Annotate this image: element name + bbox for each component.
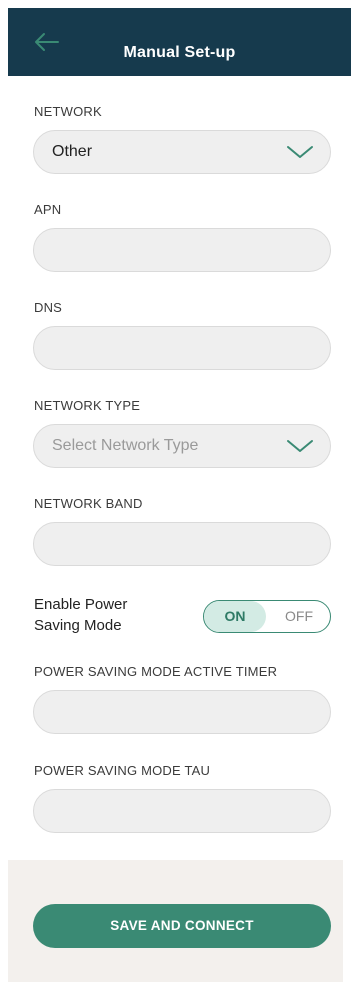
psm-tau-label: POWER SAVING MODE TAU [34, 763, 211, 778]
toggle-on-option[interactable]: ON [204, 601, 266, 632]
network-type-select[interactable]: Select Network Type [33, 424, 331, 468]
network-label: NETWORK [34, 104, 102, 119]
psm-tau-field[interactable] [33, 789, 331, 833]
apn-label: APN [34, 202, 62, 217]
dns-input[interactable] [34, 327, 330, 369]
power-saving-label: Enable Power Saving Mode [34, 594, 127, 636]
apn-input[interactable] [34, 229, 330, 271]
psm-tau-input[interactable] [34, 790, 330, 832]
psm-active-timer-input[interactable] [34, 691, 330, 733]
chevron-down-icon [287, 146, 313, 158]
save-and-connect-button[interactable]: SAVE AND CONNECT [33, 904, 331, 948]
status-bar-area [8, 0, 351, 8]
network-band-label: NETWORK BAND [34, 496, 143, 511]
chevron-down-icon [287, 440, 313, 452]
power-saving-label-line1: Enable Power [34, 596, 128, 613]
network-select[interactable]: Other [33, 130, 331, 174]
toggle-off-option[interactable]: OFF [268, 601, 330, 632]
app-header: Manual Set-up [8, 8, 351, 76]
psm-active-timer-label: POWER SAVING MODE ACTIVE TIMER [34, 664, 278, 679]
dns-label: DNS [34, 300, 63, 315]
network-band-field[interactable] [33, 522, 331, 566]
power-saving-toggle[interactable]: ON OFF [203, 600, 331, 633]
network-band-input[interactable] [34, 523, 330, 565]
footer-bar: SAVE AND CONNECT [8, 860, 343, 982]
network-type-placeholder: Select Network Type [52, 437, 199, 454]
network-type-label: NETWORK TYPE [34, 398, 141, 413]
page-title: Manual Set-up [123, 44, 236, 61]
network-selected-value: Other [52, 143, 93, 160]
dns-field[interactable] [33, 326, 331, 370]
psm-active-timer-field[interactable] [33, 690, 331, 734]
power-saving-label-line2: Saving Mode [34, 617, 122, 634]
apn-field[interactable] [33, 228, 331, 272]
